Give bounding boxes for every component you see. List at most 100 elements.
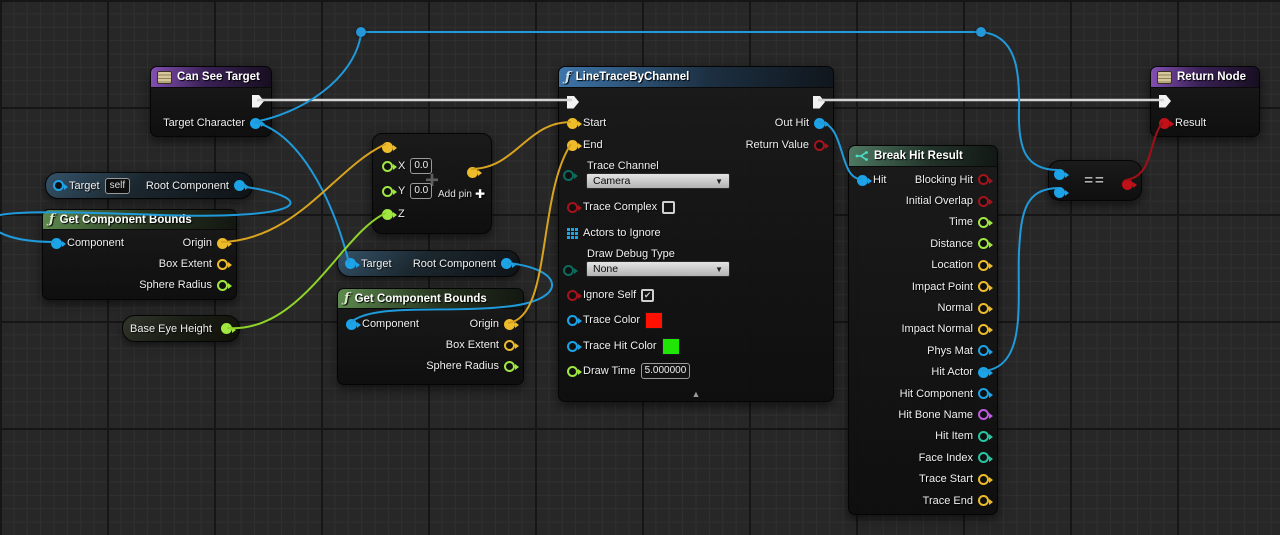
array-pin-icon[interactable] bbox=[567, 228, 578, 239]
time-pin[interactable] bbox=[978, 217, 989, 228]
ignore-self-checkbox[interactable]: ✔ bbox=[641, 289, 654, 302]
node-target-self[interactable]: Target self Root Component bbox=[45, 172, 253, 199]
distance-pin[interactable] bbox=[978, 238, 989, 249]
vector-output-pin[interactable] bbox=[467, 167, 478, 178]
origin-pin[interactable] bbox=[504, 319, 515, 330]
exec-in-pin[interactable] bbox=[1159, 95, 1171, 108]
out-hit-pin[interactable] bbox=[814, 118, 825, 129]
end-pin[interactable] bbox=[567, 140, 578, 151]
node-line-trace-by-channel[interactable]: ƒ LineTraceByChannel Start End Trace Cha… bbox=[558, 66, 834, 402]
node-title: Can See Target bbox=[177, 71, 260, 83]
trace-color-pin[interactable] bbox=[567, 315, 578, 326]
node-get-component-bounds-1[interactable]: ƒ Get Component Bounds Component Origin … bbox=[42, 209, 237, 300]
output-row: Impact Normal bbox=[857, 319, 989, 340]
start-pin[interactable] bbox=[567, 118, 578, 129]
add-pin-button[interactable]: Add pin ✚ bbox=[438, 187, 485, 201]
pin-label: Trace End bbox=[923, 495, 973, 507]
face-index-pin[interactable] bbox=[978, 452, 989, 463]
component-pin[interactable] bbox=[346, 319, 357, 330]
root-component-pin[interactable] bbox=[234, 180, 245, 191]
return-value-pin[interactable] bbox=[814, 140, 825, 151]
target-pin[interactable] bbox=[53, 180, 64, 191]
node-return[interactable]: Return Node Result bbox=[1150, 66, 1260, 137]
location-pin[interactable] bbox=[978, 260, 989, 271]
impact-normal-pin[interactable] bbox=[978, 324, 989, 335]
break-outputs: Blocking Hit Initial Overlap Time Distan… bbox=[857, 169, 989, 511]
y-value-field[interactable]: 0.0 bbox=[410, 183, 432, 199]
trace-complex-pin[interactable] bbox=[567, 202, 578, 213]
base-eye-height-pin[interactable] bbox=[221, 323, 232, 334]
sphere-radius-pin[interactable] bbox=[504, 361, 515, 372]
result-pin[interactable] bbox=[1159, 118, 1170, 129]
hit-bone-name-pin[interactable] bbox=[978, 409, 989, 420]
node-can-see-target[interactable]: Can See Target Target Character bbox=[150, 66, 272, 137]
equals-input-b-pin[interactable] bbox=[1054, 187, 1065, 198]
node-equals[interactable]: == bbox=[1048, 160, 1142, 201]
pin-label: Hit Actor bbox=[931, 366, 973, 378]
equals-result-pin[interactable] bbox=[1122, 179, 1133, 190]
trace-hit-color-pin[interactable] bbox=[567, 341, 578, 352]
node-target-2[interactable]: Target Root Component bbox=[337, 250, 520, 277]
target-character-pin[interactable] bbox=[250, 118, 261, 129]
hit-item-pin[interactable] bbox=[978, 431, 989, 442]
y-pin[interactable] bbox=[382, 186, 393, 197]
function-entry-icon bbox=[157, 71, 172, 84]
vector-input-pin[interactable] bbox=[382, 142, 393, 153]
pin-label: Hit Bone Name bbox=[898, 409, 973, 421]
trace-end-pin[interactable] bbox=[978, 495, 989, 506]
pin-label: Target bbox=[69, 180, 100, 192]
origin-pin[interactable] bbox=[217, 238, 228, 249]
x-value-field[interactable]: 0.0 bbox=[410, 158, 432, 174]
draw-debug-type-dropdown[interactable]: None ▼ bbox=[586, 261, 730, 277]
node-break-hit-result[interactable]: Break Hit Result Hit Blocking Hit Initia… bbox=[848, 145, 998, 515]
blocking-hit-pin[interactable] bbox=[978, 174, 989, 185]
root-component-pin[interactable] bbox=[501, 258, 512, 269]
x-pin[interactable] bbox=[382, 161, 393, 172]
sphere-radius-pin[interactable] bbox=[217, 280, 228, 291]
trace-color-swatch[interactable] bbox=[645, 312, 663, 329]
target-pin[interactable] bbox=[345, 258, 356, 269]
ignore-self-pin[interactable] bbox=[567, 290, 578, 301]
pin-label: Impact Normal bbox=[901, 323, 973, 335]
pin-label: Ignore Self bbox=[583, 289, 636, 301]
equals-input-a-pin[interactable] bbox=[1054, 169, 1065, 180]
trace-channel-dropdown[interactable]: Camera ▼ bbox=[586, 173, 730, 189]
hit-actor-pin[interactable] bbox=[978, 367, 989, 378]
node-title: LineTraceByChannel bbox=[576, 71, 690, 83]
impact-point-pin[interactable] bbox=[978, 281, 989, 292]
collapse-arrow-icon[interactable]: ▲ bbox=[559, 389, 833, 399]
exec-out-pin[interactable] bbox=[813, 96, 825, 109]
trace-start-pin[interactable] bbox=[978, 474, 989, 485]
box-extent-pin[interactable] bbox=[504, 340, 515, 351]
box-extent-pin[interactable] bbox=[217, 259, 228, 270]
output-row: Impact Point bbox=[857, 276, 989, 297]
draw-time-field[interactable]: 5.000000 bbox=[641, 363, 691, 379]
hit-component-pin[interactable] bbox=[978, 388, 989, 399]
node-add-vector[interactable]: + X 0.0 Y 0.0 Z Add pin ✚ bbox=[372, 133, 492, 234]
node-title: Break Hit Result bbox=[874, 150, 963, 162]
pin-label: Blocking Hit bbox=[915, 174, 973, 186]
output-row: Face Index bbox=[857, 447, 989, 468]
z-pin[interactable] bbox=[382, 209, 393, 220]
component-pin[interactable] bbox=[51, 238, 62, 249]
reroute-node-right[interactable] bbox=[976, 27, 986, 37]
reroute-node-left[interactable] bbox=[356, 27, 366, 37]
exec-out-pin[interactable] bbox=[252, 95, 264, 108]
blueprint-graph-canvas[interactable]: { "icons": { "function_glyph": "ƒ", "dro… bbox=[0, 0, 1280, 535]
node-get-component-bounds-2[interactable]: ƒ Get Component Bounds Component Origin … bbox=[337, 288, 524, 385]
normal-pin[interactable] bbox=[978, 303, 989, 314]
initial-overlap-pin[interactable] bbox=[978, 196, 989, 207]
phys-mat-pin[interactable] bbox=[978, 345, 989, 356]
node-header: Can See Target bbox=[151, 67, 271, 88]
trace-channel-pin[interactable] bbox=[563, 170, 574, 181]
exec-in-pin[interactable] bbox=[567, 96, 579, 109]
pin-label: Target bbox=[361, 258, 392, 270]
trace-hit-color-swatch[interactable] bbox=[662, 338, 680, 355]
output-row: Time bbox=[857, 212, 989, 233]
node-base-eye-height[interactable]: Base Eye Height bbox=[122, 315, 240, 342]
self-value-box[interactable]: self bbox=[105, 178, 131, 194]
draw-debug-type-pin[interactable] bbox=[563, 265, 574, 276]
trace-complex-checkbox[interactable] bbox=[662, 201, 675, 214]
draw-time-pin[interactable] bbox=[567, 366, 578, 377]
pin-label: Initial Overlap bbox=[906, 195, 973, 207]
